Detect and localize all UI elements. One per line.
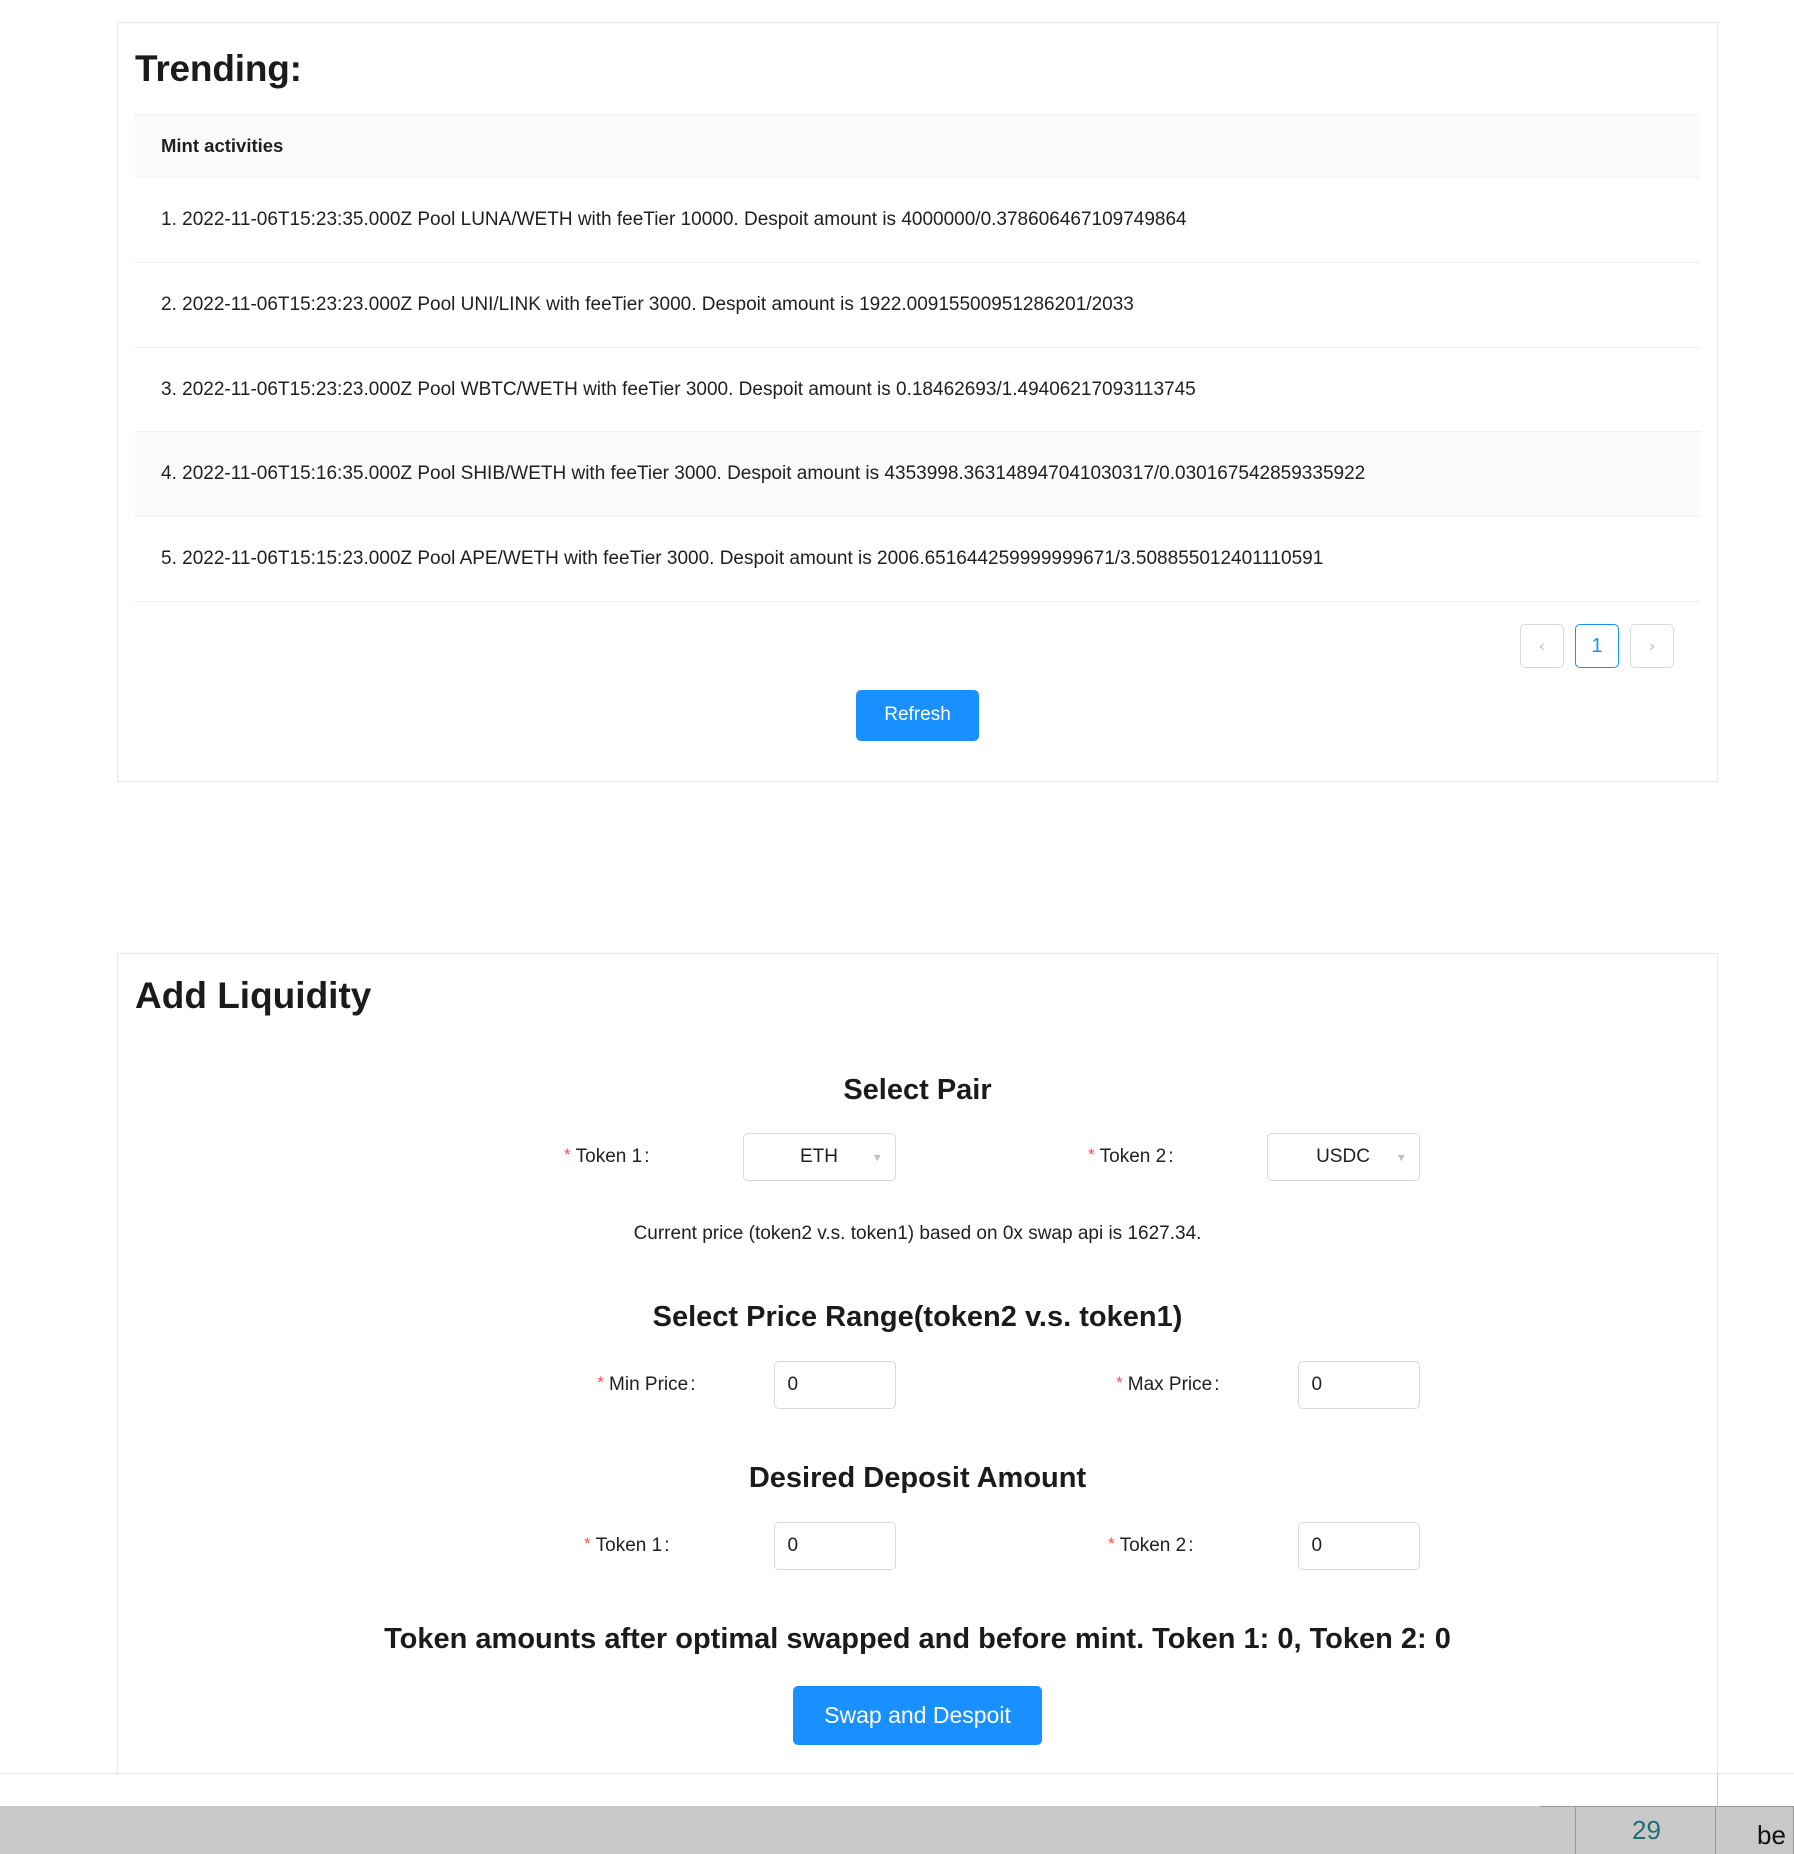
pagination-page-1[interactable]: 1 (1575, 624, 1619, 669)
background-spreadsheet-strip (0, 1806, 1794, 1854)
chevron-down-icon: ▾ (1397, 1149, 1405, 1165)
page-bottom-edge (0, 1773, 1794, 1807)
deposit-amount-row: *Token 1: *Token 2: (118, 1522, 1717, 1571)
deposit-token1-label: * Token 1: (584, 1534, 670, 1557)
required-marker-icon: * (584, 1534, 591, 1554)
token1-label: * Token 1: (564, 1145, 650, 1168)
select-pair-row: * Token 1: ETH ▾ * Token 2: USDC ▾ (118, 1133, 1717, 1182)
max-price-input[interactable] (1297, 1361, 1420, 1410)
background-cell-text: be (1757, 1820, 1786, 1850)
chevron-left-icon: ‹ (1539, 636, 1545, 656)
deposit-amount-heading: Desired Deposit Amount (748, 1462, 1087, 1495)
chevron-right-icon: › (1649, 636, 1655, 656)
required-marker-icon: * (597, 1373, 605, 1393)
price-range-row: *Min Price: *Max Price: (118, 1361, 1717, 1410)
deposit-token1-group: * Token 1: (416, 1522, 896, 1571)
list-header-mint-activities: Mint activities (135, 114, 1700, 178)
price-range-heading: Select Price Range(token2 v.s. token1) (652, 1301, 1183, 1334)
required-marker-icon: * (564, 1145, 571, 1165)
current-price-text: Current price (token2 v.s. token1) based… (633, 1223, 1202, 1245)
list-item[interactable]: 3. 2022-11-06T15:23:23.000Z Pool WBTC/WE… (135, 348, 1700, 433)
deposit-token2-group: * Token 2: (940, 1522, 1420, 1571)
add-liquidity-title: Add Liquidity (135, 975, 372, 1016)
deposit-token2-input[interactable] (1297, 1522, 1420, 1571)
background-cell-value: 29 (1632, 1815, 1661, 1845)
trending-card: Trending: Mint activities 1. 2022-11-06T… (117, 22, 1718, 783)
min-price-group: * Min Price: (416, 1361, 896, 1410)
page-title: Trending: (135, 48, 302, 89)
refresh-button[interactable]: Refresh (856, 690, 979, 742)
token1-field-group: * Token 1: ETH ▾ (416, 1133, 896, 1182)
token1-select-value: ETH (800, 1146, 838, 1168)
list-item[interactable]: 1. 2022-11-06T15:23:35.000Z Pool LUNA/WE… (135, 178, 1700, 263)
pagination: ‹ 1 › (1520, 624, 1674, 669)
token2-select-value: USDC (1316, 1146, 1370, 1168)
refresh-row: Refresh (118, 690, 1717, 781)
min-price-input[interactable] (773, 1361, 896, 1410)
page-root: Trending: Mint activities 1. 2022-11-06T… (0, 0, 1794, 1854)
list-footer: ‹ 1 › (135, 602, 1700, 690)
required-marker-icon: * (1088, 1145, 1095, 1165)
mint-activities-list: Mint activities 1. 2022-11-06T15:23:35.0… (135, 113, 1700, 691)
token1-select[interactable]: ETH ▾ (742, 1133, 896, 1182)
swap-button-row: Swap and Despoit (118, 1685, 1717, 1746)
chevron-down-icon: ▾ (873, 1149, 881, 1165)
min-price-label: * Min Price: (597, 1373, 696, 1396)
list-item[interactable]: 2. 2022-11-06T15:23:23.000Z Pool UNI/LIN… (135, 263, 1700, 348)
list-item[interactable]: 5. 2022-11-06T15:15:23.000Z Pool APE/WET… (135, 517, 1700, 603)
token2-select[interactable]: USDC ▾ (1266, 1133, 1420, 1182)
background-cell (1540, 1806, 1576, 1854)
token2-field-group: * Token 2: USDC ▾ (940, 1133, 1420, 1182)
required-marker-icon: * (1116, 1373, 1123, 1393)
add-liquidity-card: Add Liquidity Select Pair * Token 1: ETH … (117, 953, 1718, 1773)
token2-label: * Token 2: (1088, 1145, 1174, 1168)
pagination-next-button[interactable]: › (1630, 624, 1674, 669)
optimal-swap-note: Token amounts after optimal swapped and … (384, 1623, 1451, 1656)
required-marker-icon: * (1108, 1534, 1115, 1554)
max-price-label: * Max Price: (1116, 1373, 1220, 1396)
list-item[interactable]: 4. 2022-11-06T15:16:35.000Z Pool SHIB/WE… (135, 432, 1700, 518)
deposit-token1-input[interactable] (773, 1522, 896, 1571)
pagination-prev-button[interactable]: ‹ (1520, 624, 1564, 669)
select-pair-heading: Select Pair (843, 1073, 992, 1106)
deposit-token2-label: * Token 2: (1108, 1534, 1194, 1557)
background-divider (1717, 1773, 1718, 1806)
max-price-group: * Max Price: (940, 1361, 1420, 1410)
swap-and-deposit-button[interactable]: Swap and Despoit (793, 1685, 1042, 1746)
